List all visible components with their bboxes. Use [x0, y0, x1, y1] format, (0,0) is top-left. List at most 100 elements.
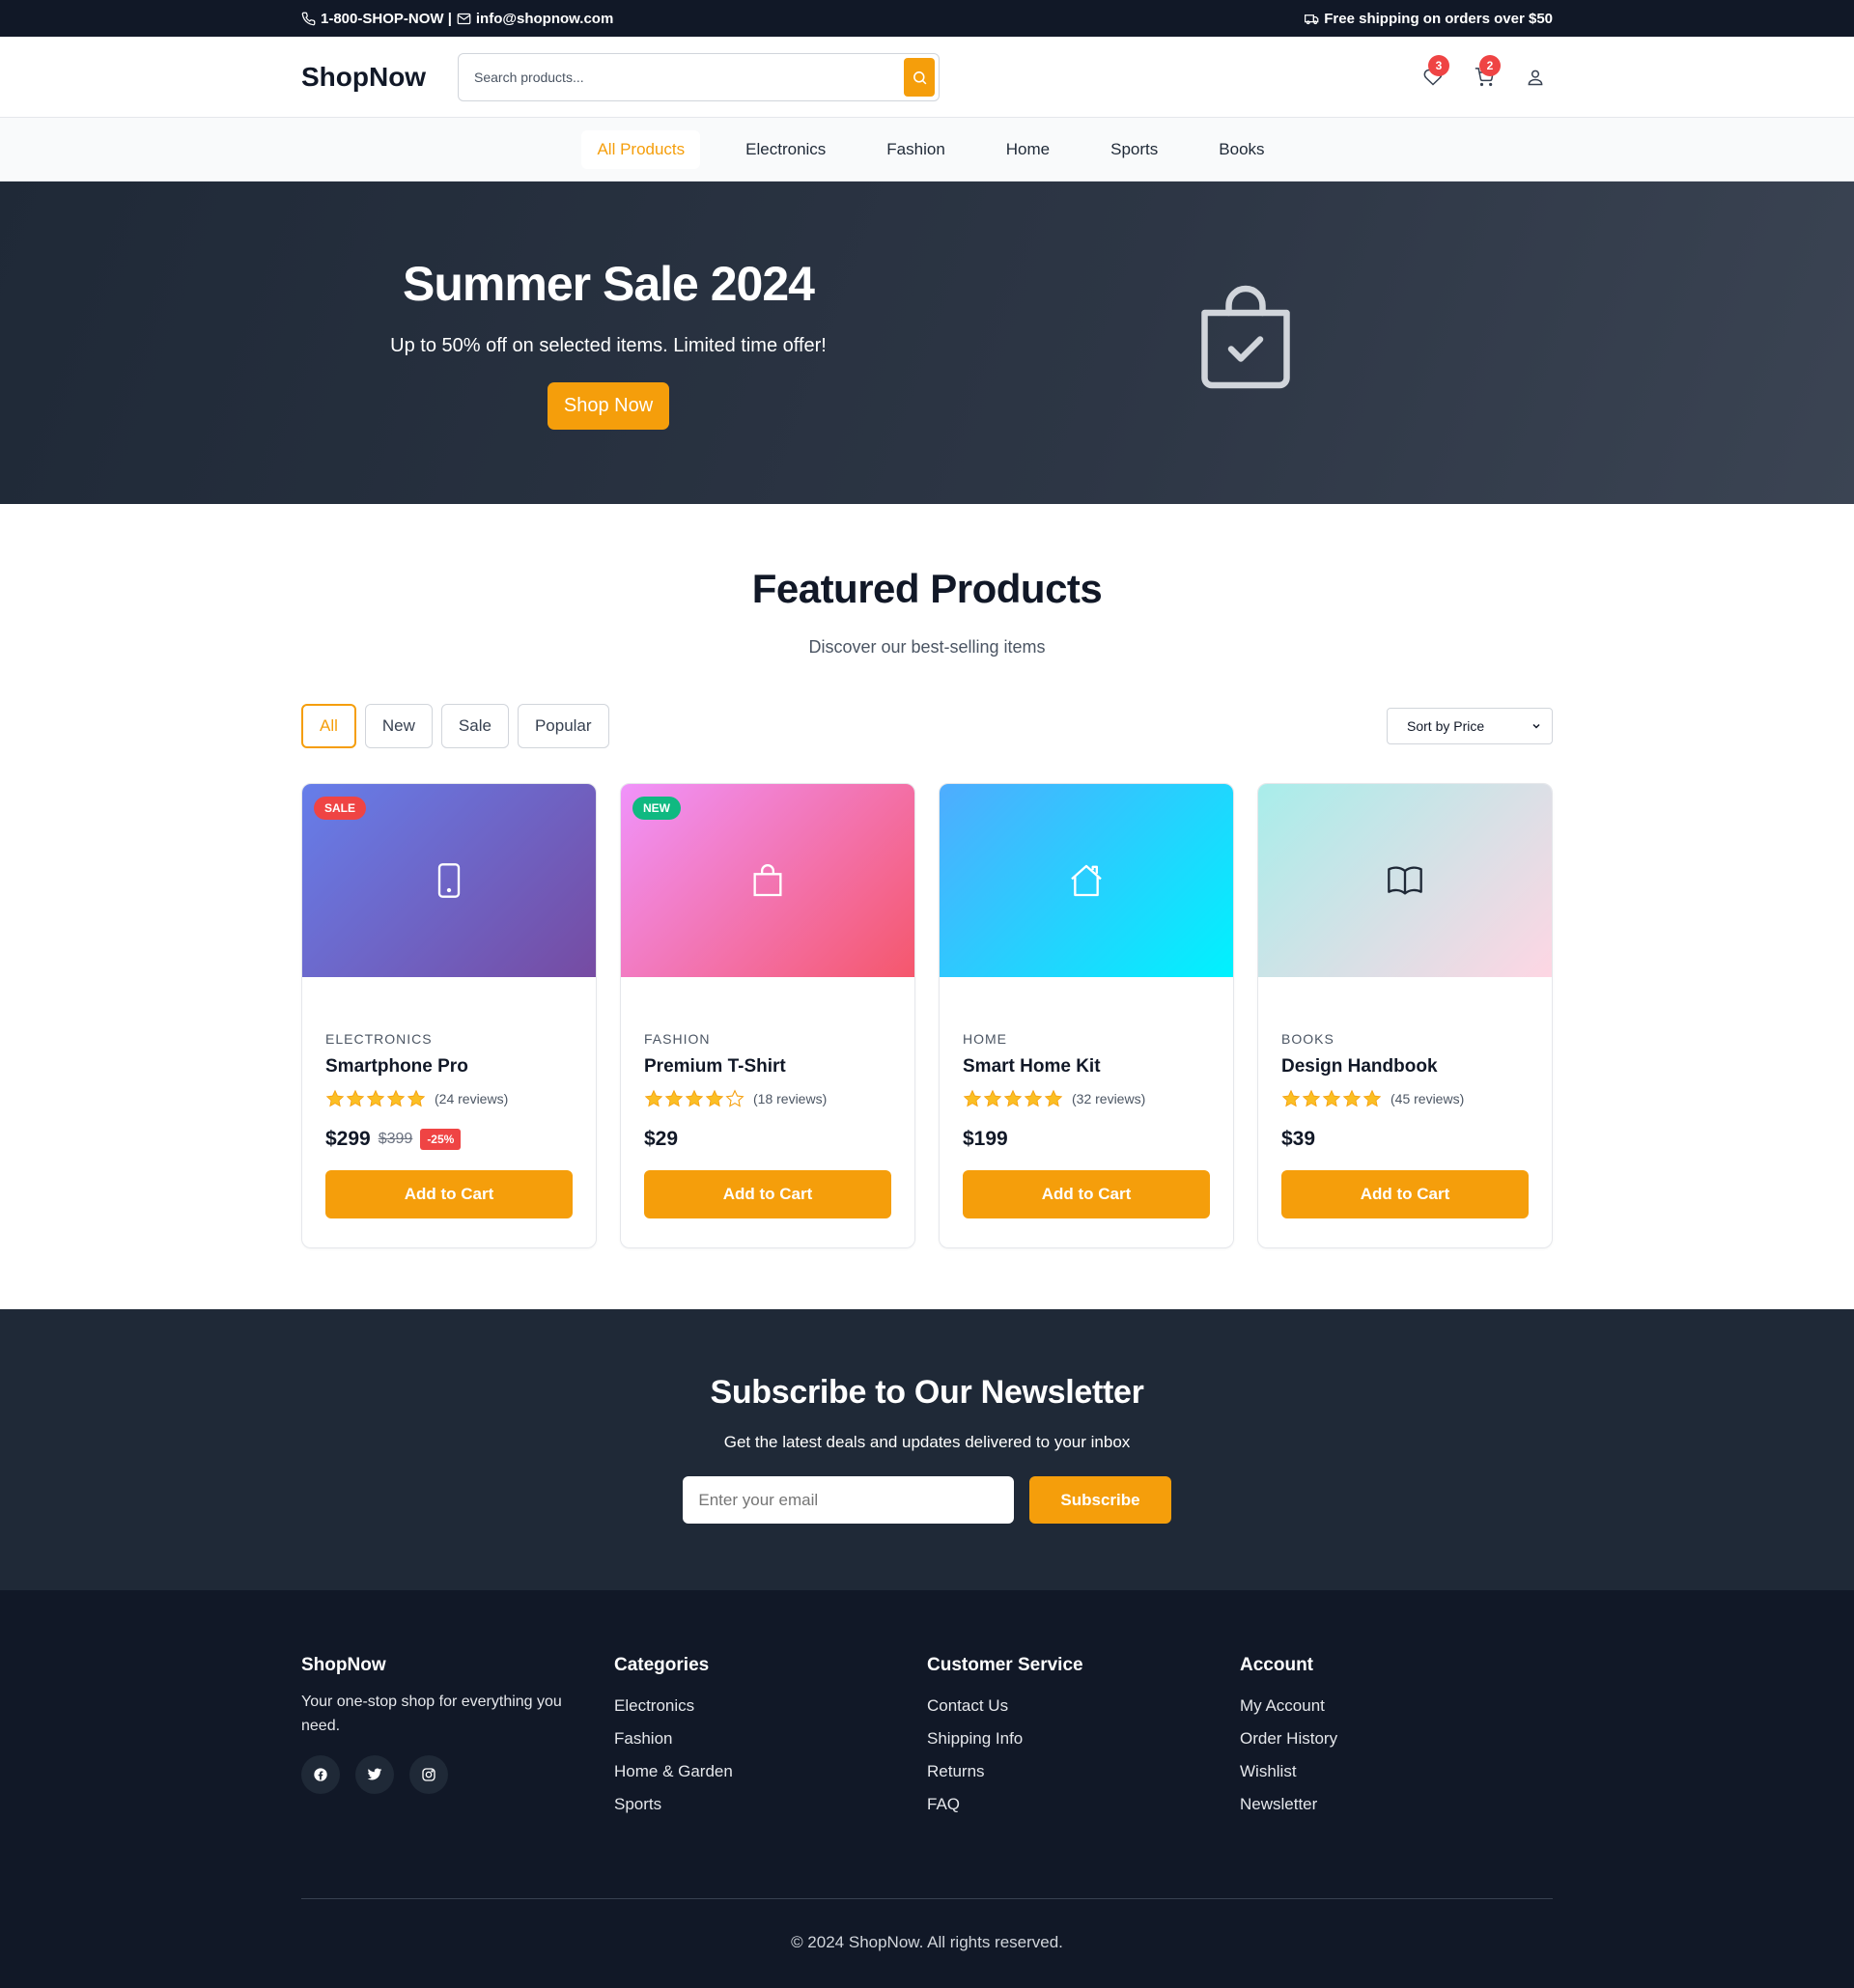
truck-icon	[1305, 14, 1319, 24]
footer-link-electronics[interactable]: Electronics	[614, 1690, 927, 1722]
product-rating: (32 reviews)	[963, 1089, 1210, 1108]
instagram-button[interactable]	[409, 1755, 448, 1794]
add-to-cart-button[interactable]: Add to Cart	[644, 1170, 891, 1218]
footer: ShopNow Your one-stop shop for everythin…	[0, 1590, 1854, 1988]
product-image[interactable]: SALE	[302, 784, 596, 977]
add-to-cart-button[interactable]: Add to Cart	[963, 1170, 1210, 1218]
search-bar	[458, 53, 940, 101]
add-to-cart-button[interactable]: Add to Cart	[325, 1170, 573, 1218]
product-category: ELECTRONICS	[325, 1031, 433, 1047]
footer-account-column: Account My Account Order History Wishlis…	[1240, 1655, 1553, 1821]
facebook-button[interactable]	[301, 1755, 340, 1794]
smartphone-icon	[437, 863, 461, 898]
footer-brand-column: ShopNow Your one-stop shop for everythin…	[301, 1655, 614, 1821]
original-price: $399	[378, 1131, 413, 1147]
newsletter-section: Subscribe to Our Newsletter Get the late…	[0, 1309, 1854, 1590]
email-link[interactable]: info@shopnow.com	[476, 11, 613, 27]
product-grid: SALE ELECTRONICS Smartphone Pro (24 revi…	[301, 783, 1553, 1248]
newsletter-subtitle: Get the latest deals and updates deliver…	[723, 1433, 1131, 1451]
product-card[interactable]: HOME Smart Home Kit (32 reviews) $199 Ad…	[939, 783, 1234, 1248]
product-card[interactable]: SALE ELECTRONICS Smartphone Pro (24 revi…	[301, 783, 597, 1248]
contact-info: 1-800-SHOP-NOW | info@shopnow.com	[301, 11, 613, 27]
featured-products-section: Featured Products Discover our best-sell…	[0, 566, 1854, 1248]
phone-number: 1-800-SHOP-NOW |	[321, 10, 452, 27]
product-card[interactable]: BOOKS Design Handbook (45 reviews) $39 A…	[1257, 783, 1553, 1248]
star-icon	[1044, 1089, 1063, 1107]
cart-count-badge: 2	[1479, 55, 1501, 76]
footer-link-faq[interactable]: FAQ	[927, 1788, 1240, 1821]
filter-new-button[interactable]: New	[364, 704, 433, 748]
header-actions: 3 2	[1423, 55, 1545, 87]
facebook-icon	[314, 1768, 327, 1781]
star-empty-icon	[725, 1089, 744, 1107]
footer-link-shipping-info[interactable]: Shipping Info	[927, 1722, 1240, 1755]
copyright: © 2024 ShopNow. All rights reserved.	[791, 1933, 1063, 1951]
email-input[interactable]	[683, 1476, 1015, 1524]
star-icon	[705, 1089, 724, 1107]
section-title: Featured Products	[751, 566, 1103, 611]
price-row: $199	[963, 1128, 1210, 1151]
product-name[interactable]: Premium T-Shirt	[644, 1056, 891, 1078]
star-icon	[1281, 1089, 1301, 1107]
subscribe-button[interactable]: Subscribe	[1029, 1476, 1171, 1524]
footer-link-sports[interactable]: Sports	[614, 1788, 927, 1821]
newsletter-title: Subscribe to Our Newsletter	[710, 1374, 1144, 1411]
product-name[interactable]: Smart Home Kit	[963, 1056, 1210, 1078]
wishlist-button[interactable]: 3	[1423, 55, 1449, 87]
nav-item-fashion[interactable]: Fashion	[871, 130, 960, 169]
nav-item-books[interactable]: Books	[1203, 130, 1279, 169]
sort-select-value: Sort by Price	[1407, 718, 1485, 734]
footer-column-title: Categories	[614, 1655, 710, 1675]
sort-select[interactable]: Sort by Price	[1387, 708, 1553, 744]
filter-all-button[interactable]: All	[301, 704, 356, 748]
footer-link-home-garden[interactable]: Home & Garden	[614, 1755, 927, 1788]
product-name[interactable]: Design Handbook	[1281, 1056, 1529, 1078]
add-to-cart-button[interactable]: Add to Cart	[1281, 1170, 1529, 1218]
cart-button[interactable]: 2	[1475, 55, 1501, 87]
logo[interactable]: ShopNow	[301, 62, 458, 93]
product-image[interactable]: NEW	[621, 784, 914, 977]
instagram-icon	[422, 1768, 435, 1781]
account-button[interactable]	[1526, 68, 1545, 87]
shipping-text: Free shipping on orders over $50	[1324, 10, 1553, 27]
footer-link-wishlist[interactable]: Wishlist	[1240, 1755, 1553, 1788]
footer-column-title: Customer Service	[927, 1655, 1083, 1675]
nav-item-home[interactable]: Home	[991, 130, 1065, 169]
nav-item-sports[interactable]: Sports	[1095, 130, 1173, 169]
search-input[interactable]	[474, 70, 904, 85]
book-icon	[1388, 866, 1422, 895]
sale-badge: SALE	[314, 797, 367, 820]
product-image[interactable]	[1258, 784, 1552, 977]
hero-subtitle: Up to 50% off on selected items. Limited…	[390, 335, 827, 356]
shopping-bag-icon	[753, 864, 782, 897]
shop-now-button[interactable]: Shop Now	[547, 382, 670, 430]
header: ShopNow 3 2	[0, 37, 1854, 118]
star-icon	[685, 1089, 704, 1107]
footer-link-my-account[interactable]: My Account	[1240, 1690, 1553, 1722]
nav-item-electronics[interactable]: Electronics	[730, 130, 841, 169]
footer-link-newsletter[interactable]: Newsletter	[1240, 1788, 1553, 1821]
product-image[interactable]	[940, 784, 1233, 977]
product-card[interactable]: NEW FASHION Premium T-Shirt (18 reviews)	[620, 783, 915, 1248]
product-name[interactable]: Smartphone Pro	[325, 1056, 573, 1078]
search-button[interactable]	[904, 58, 935, 97]
product-price: $29	[644, 1128, 679, 1150]
section-subtitle: Discover our best-selling items	[808, 637, 1046, 657]
nav-item-all-products[interactable]: All Products	[581, 130, 701, 169]
footer-link-order-history[interactable]: Order History	[1240, 1722, 1553, 1755]
twitter-icon	[367, 1768, 382, 1780]
footer-link-contact-us[interactable]: Contact Us	[927, 1690, 1240, 1722]
phone-icon	[301, 12, 316, 25]
product-rating: (24 reviews)	[325, 1089, 573, 1108]
filter-popular-button[interactable]: Popular	[517, 704, 609, 748]
star-icon	[963, 1089, 982, 1107]
twitter-button[interactable]	[355, 1755, 394, 1794]
price-row: $299 $399 -25%	[325, 1128, 573, 1151]
footer-link-fashion[interactable]: Fashion	[614, 1722, 927, 1755]
footer-divider	[301, 1898, 1553, 1899]
footer-link-returns[interactable]: Returns	[927, 1755, 1240, 1788]
filter-sale-button[interactable]: Sale	[440, 704, 509, 748]
user-icon	[1528, 70, 1543, 86]
star-icon	[1024, 1089, 1043, 1107]
star-icon	[1003, 1089, 1023, 1107]
